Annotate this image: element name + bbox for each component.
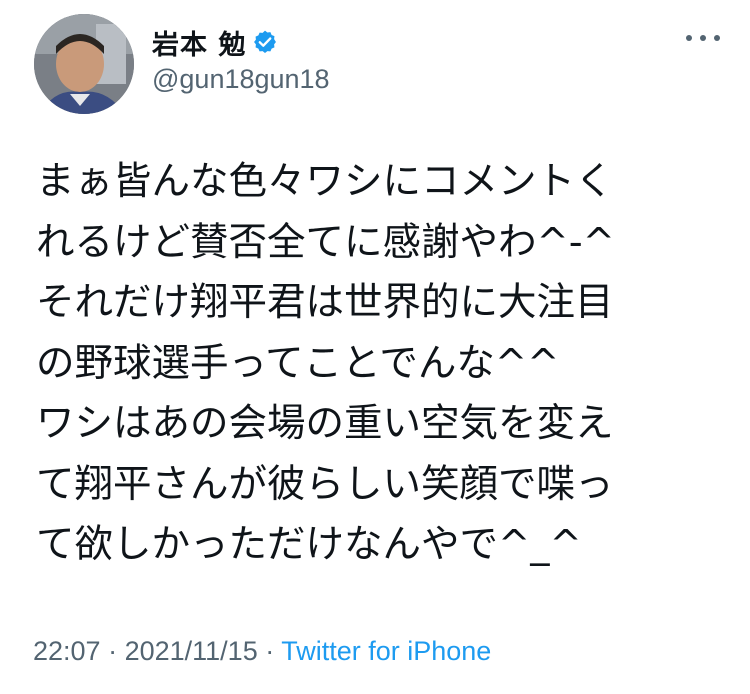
- tweet-line: て翔平さんが彼らしい笑顔で喋っ: [36, 461, 614, 507]
- tweet-time[interactable]: 22:07: [33, 636, 101, 666]
- avatar[interactable]: [34, 14, 134, 114]
- meta-separator: ·: [100, 636, 125, 666]
- tweet-source-link[interactable]: Twitter for iPhone: [281, 636, 491, 666]
- more-dot: [700, 35, 706, 41]
- tweet-line: て欲しかっただけなんやで^_^: [36, 522, 582, 567]
- tweet-line: それだけ翔平君は世界的に大注目: [36, 280, 614, 325]
- display-name[interactable]: 岩本 勉: [152, 23, 246, 62]
- tweet-meta: 22:07 · 2021/11/15 · Twitter for iPhone: [33, 636, 491, 667]
- verified-badge-icon: [252, 29, 278, 55]
- tweet-line: まぁ皆んな色々ワシにコメントく: [36, 159, 614, 204]
- more-options-icon[interactable]: [686, 28, 720, 48]
- tweet-line: ワシはあの会場の重い空気を変え: [36, 401, 614, 446]
- author-handle[interactable]: @gun18gun18: [152, 64, 330, 95]
- author-block: 岩本 勉 @gun18gun18: [152, 24, 330, 95]
- tweet-line: れるけど賛否全てに感謝やわ^-^: [36, 219, 615, 265]
- tweet-line: の野球選手ってことでんな^^: [36, 340, 560, 386]
- meta-separator: ·: [257, 636, 282, 666]
- tweet-text: まぁ皆んな色々ワシにコメントく れるけど賛否全てに感謝やわ^-^ それだけ翔平君…: [36, 152, 726, 576]
- profile-photo: [34, 14, 134, 114]
- more-dot: [714, 35, 720, 41]
- more-dot: [686, 35, 692, 41]
- tweet-date[interactable]: 2021/11/15: [125, 636, 258, 666]
- author-name-row: 岩本 勉: [152, 23, 330, 62]
